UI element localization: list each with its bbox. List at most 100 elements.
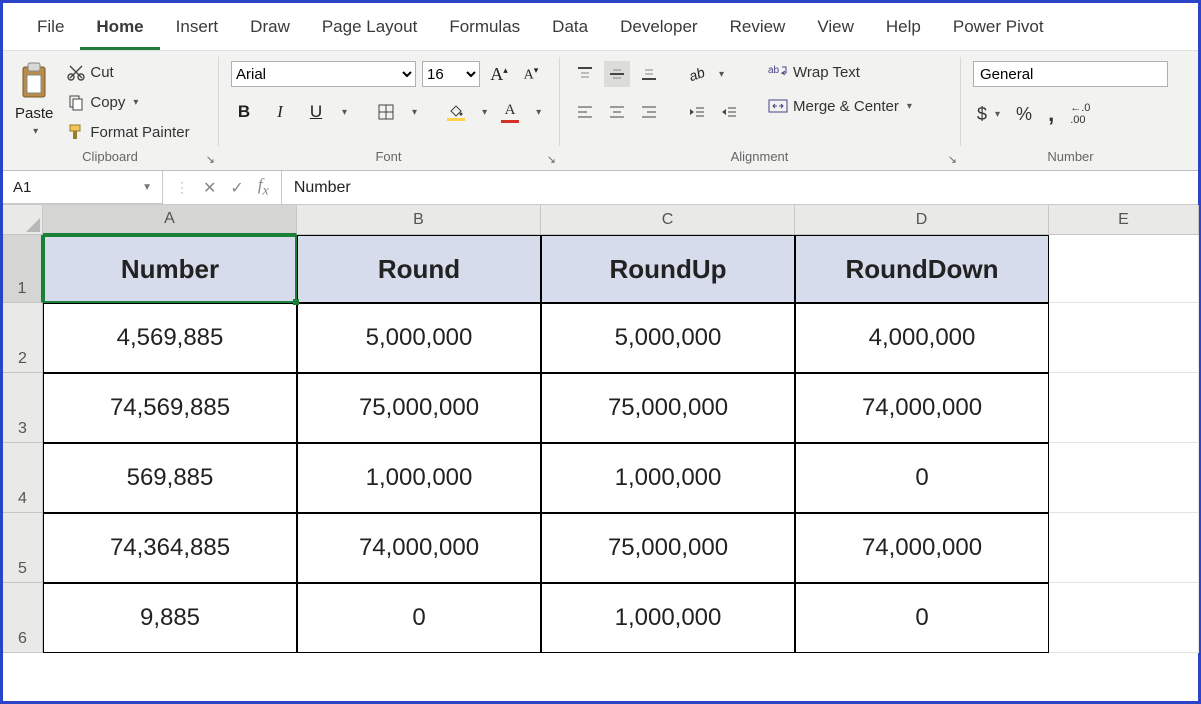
cell-d3[interactable]: 74,000,000: [795, 373, 1049, 443]
cell-e1[interactable]: [1049, 235, 1199, 303]
cut-button[interactable]: Cut: [63, 61, 193, 83]
cell-b1[interactable]: Round: [297, 235, 541, 303]
chevron-down-icon[interactable]: ▾: [719, 69, 724, 80]
increase-decimal-button[interactable]: ←.0.00: [1066, 100, 1094, 128]
cell-a1[interactable]: Number: [43, 235, 297, 303]
align-left-button[interactable]: [572, 99, 598, 125]
cell-d6[interactable]: 0: [795, 583, 1049, 653]
row-header-1[interactable]: 1: [3, 235, 43, 303]
cell-b5[interactable]: 74,000,000: [297, 513, 541, 583]
tab-review[interactable]: Review: [714, 11, 802, 50]
tab-file[interactable]: File: [21, 11, 80, 50]
tab-formulas[interactable]: Formulas: [433, 11, 536, 50]
cell-d4[interactable]: 0: [795, 443, 1049, 513]
format-painter-button[interactable]: Format Painter: [63, 121, 193, 143]
chevron-down-icon[interactable]: ▾: [536, 107, 541, 118]
percent-button[interactable]: %: [1012, 102, 1036, 127]
formula-input[interactable]: Number: [282, 171, 1198, 204]
increase-indent-button[interactable]: [716, 99, 742, 125]
cell-a6[interactable]: 9,885: [43, 583, 297, 653]
tab-data[interactable]: Data: [536, 11, 604, 50]
cell-c6[interactable]: 1,000,000: [541, 583, 795, 653]
cell-a3[interactable]: 74,569,885: [43, 373, 297, 443]
row-header-4[interactable]: 4: [3, 443, 43, 513]
paste-button[interactable]: Paste ▾: [15, 61, 53, 137]
number-format-select[interactable]: [973, 61, 1168, 87]
row-header-2[interactable]: 2: [3, 303, 43, 373]
orientation-button[interactable]: ab: [684, 61, 710, 87]
col-header-b[interactable]: B: [297, 205, 541, 235]
bold-button[interactable]: B: [231, 99, 257, 125]
tab-insert[interactable]: Insert: [160, 11, 235, 50]
select-all-corner[interactable]: [3, 205, 43, 235]
chevron-down-icon[interactable]: ▾: [482, 107, 487, 118]
align-center-button[interactable]: [604, 99, 630, 125]
cell-a2[interactable]: 4,569,885: [43, 303, 297, 373]
cell-d1[interactable]: RoundDown: [795, 235, 1049, 303]
row-header-5[interactable]: 5: [3, 513, 43, 583]
col-header-c[interactable]: C: [541, 205, 795, 235]
tab-page-layout[interactable]: Page Layout: [306, 11, 433, 50]
cell-e5[interactable]: [1049, 513, 1199, 583]
tab-draw[interactable]: Draw: [234, 11, 306, 50]
decrease-indent-button[interactable]: [684, 99, 710, 125]
cell-b3[interactable]: 75,000,000: [297, 373, 541, 443]
underline-button[interactable]: U: [303, 99, 329, 125]
font-launcher-icon[interactable]: ↘: [547, 153, 556, 166]
alignment-launcher-icon[interactable]: ↘: [948, 153, 957, 166]
cell-c4[interactable]: 1,000,000: [541, 443, 795, 513]
row-header-6[interactable]: 6: [3, 583, 43, 653]
chevron-down-icon[interactable]: ▾: [342, 107, 347, 118]
clipboard-launcher-icon[interactable]: ↘: [206, 153, 215, 166]
name-box[interactable]: A1 ▼: [3, 171, 163, 204]
enter-icon[interactable]: ✓: [230, 178, 243, 198]
tab-view[interactable]: View: [801, 11, 870, 50]
cell-d2[interactable]: 4,000,000: [795, 303, 1049, 373]
font-name-select[interactable]: Arial: [231, 61, 416, 87]
tab-help[interactable]: Help: [870, 11, 937, 50]
increase-font-button[interactable]: A▴: [486, 61, 512, 87]
cell-c3[interactable]: 75,000,000: [541, 373, 795, 443]
align-top-button[interactable]: [572, 61, 598, 87]
col-header-a[interactable]: A: [43, 205, 297, 235]
italic-button[interactable]: I: [267, 99, 293, 125]
cell-e6[interactable]: [1049, 583, 1199, 653]
worksheet-grid[interactable]: A B C D E 1 Number Round RoundUp RoundDo…: [3, 205, 1198, 653]
tab-power-pivot[interactable]: Power Pivot: [937, 11, 1060, 50]
align-middle-button[interactable]: [604, 61, 630, 87]
fx-icon[interactable]: fx: [258, 175, 269, 199]
comma-button[interactable]: ,: [1044, 99, 1058, 129]
align-bottom-button[interactable]: [636, 61, 662, 87]
copy-button[interactable]: Copy ▾: [63, 91, 193, 113]
paste-label: Paste: [15, 105, 53, 122]
wrap-text-button[interactable]: ab Wrap Text: [764, 61, 916, 83]
col-header-d[interactable]: D: [795, 205, 1049, 235]
align-right-button[interactable]: [636, 99, 662, 125]
col-header-e[interactable]: E: [1049, 205, 1199, 235]
cell-b2[interactable]: 5,000,000: [297, 303, 541, 373]
font-size-select[interactable]: 16: [422, 61, 480, 87]
cell-d5[interactable]: 74,000,000: [795, 513, 1049, 583]
currency-button[interactable]: $▾: [973, 102, 1004, 127]
tab-developer[interactable]: Developer: [604, 11, 714, 50]
cell-a4[interactable]: 569,885: [43, 443, 297, 513]
cell-c5[interactable]: 75,000,000: [541, 513, 795, 583]
row-header-3[interactable]: 3: [3, 373, 43, 443]
cell-b4[interactable]: 1,000,000: [297, 443, 541, 513]
cell-b6[interactable]: 0: [297, 583, 541, 653]
cell-c2[interactable]: 5,000,000: [541, 303, 795, 373]
borders-button[interactable]: [373, 99, 399, 125]
fill-color-button[interactable]: [443, 99, 469, 125]
cell-a5[interactable]: 74,364,885: [43, 513, 297, 583]
merge-center-button[interactable]: Merge & Center ▾: [764, 95, 916, 117]
decrease-font-button[interactable]: A▾: [518, 61, 544, 87]
chevron-down-icon[interactable]: ▾: [412, 107, 417, 118]
font-color-button[interactable]: A: [497, 99, 523, 125]
cell-e2[interactable]: [1049, 303, 1199, 373]
cell-c1[interactable]: RoundUp: [541, 235, 795, 303]
formula-bar: A1 ▼ ⋮ ✕ ✓ fx Number: [3, 171, 1198, 205]
cell-e4[interactable]: [1049, 443, 1199, 513]
tab-home[interactable]: Home: [80, 11, 159, 50]
cancel-icon[interactable]: ✕: [203, 178, 216, 198]
cell-e3[interactable]: [1049, 373, 1199, 443]
